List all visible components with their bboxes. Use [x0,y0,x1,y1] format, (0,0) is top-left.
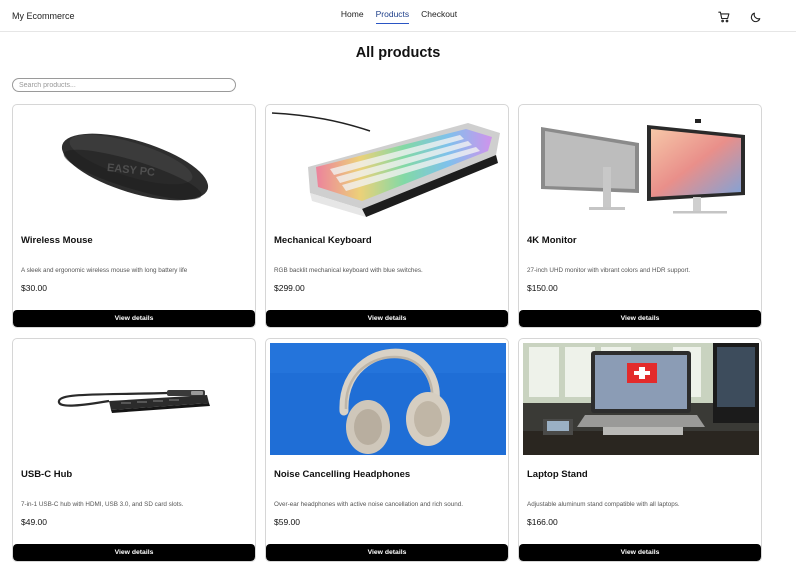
main-nav: Home Products Checkout [0,9,796,24]
view-details-button[interactable]: View details [13,544,255,561]
laptop-stand-image[interactable] [523,343,759,455]
cart-icon[interactable] [718,10,730,23]
product-name[interactable]: Wireless Mouse [21,235,93,246]
product-name[interactable]: Laptop Stand [527,469,588,480]
product-price: $59.00 [274,517,300,527]
product-description: Adjustable aluminum stand compatible wit… [527,501,680,508]
product-price: $49.00 [21,517,47,527]
mouse-image[interactable]: EASY PC [17,109,253,221]
product-description: 27-inch UHD monitor with vibrant colors … [527,267,691,274]
nav-home[interactable]: Home [341,9,364,24]
product-name[interactable]: Mechanical Keyboard [274,235,372,246]
product-card: Mechanical Keyboard RGB backlit mechanic… [265,104,509,328]
product-description: A sleek and ergonomic wireless mouse wit… [21,267,188,274]
usb-hub-image[interactable] [17,343,253,455]
keyboard-image[interactable] [270,109,506,221]
product-price: $299.00 [274,283,305,293]
moon-icon[interactable] [750,10,762,23]
monitor-image[interactable] [523,109,759,221]
top-navbar: My Ecommerce Home Products Checkout [0,0,796,32]
view-details-button[interactable]: View details [266,310,508,327]
product-name[interactable]: Noise Cancelling Headphones [274,469,410,480]
product-name[interactable]: USB-C Hub [21,469,72,480]
nav-products[interactable]: Products [375,9,410,24]
product-name[interactable]: 4K Monitor [527,235,577,246]
product-card: Noise Cancelling Headphones Over-ear hea… [265,338,509,562]
product-card: EASY PC Wireless Mouse A sleek and ergon… [12,104,256,328]
product-card: USB-C Hub 7-in-1 USB-C hub with HDMI, US… [12,338,256,562]
product-description: 7-in-1 USB-C hub with HDMI, USB 3.0, and… [21,501,184,508]
view-details-button[interactable]: View details [13,310,255,327]
product-grid: EASY PC Wireless Mouse A sleek and ergon… [12,104,764,562]
product-card: 4K Monitor 27-inch UHD monitor with vibr… [518,104,762,328]
page-title: All products [355,45,441,61]
product-description: Over-ear headphones with active noise ca… [274,501,464,508]
view-details-button[interactable]: View details [519,544,761,561]
headphones-image[interactable] [270,343,506,455]
product-price: $30.00 [21,283,47,293]
product-description: RGB backlit mechanical keyboard with blu… [274,267,423,274]
search-input[interactable] [12,78,236,92]
view-details-button[interactable]: View details [266,544,508,561]
nav-checkout[interactable]: Checkout [421,9,457,24]
view-details-button[interactable]: View details [519,310,761,327]
product-price: $150.00 [527,283,558,293]
product-card: Laptop Stand Adjustable aluminum stand c… [518,338,762,562]
product-price: $166.00 [527,517,558,527]
